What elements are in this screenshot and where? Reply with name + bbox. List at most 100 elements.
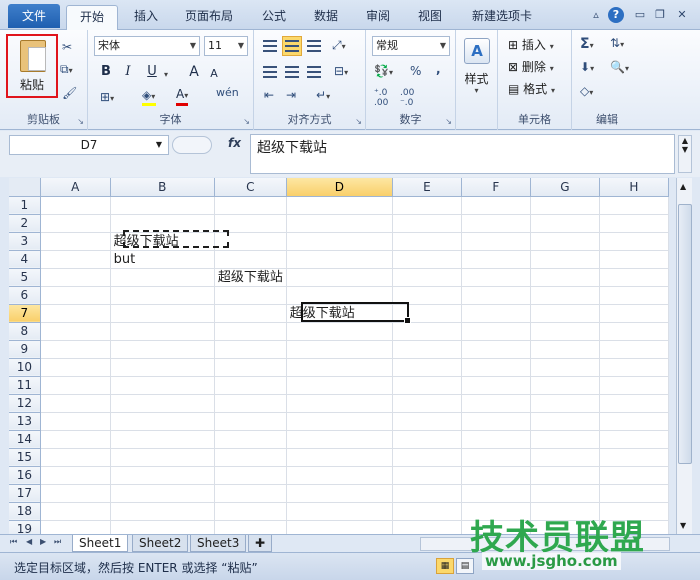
cell[interactable] xyxy=(214,376,287,395)
cell[interactable] xyxy=(530,250,600,269)
cell[interactable] xyxy=(40,466,111,485)
cell[interactable] xyxy=(392,322,462,341)
cell[interactable] xyxy=(530,412,600,431)
column-header-e[interactable]: E xyxy=(392,178,462,197)
cell[interactable] xyxy=(392,286,462,305)
cell[interactable] xyxy=(461,340,531,359)
insert-sheet-icon[interactable]: ✚ xyxy=(248,535,273,552)
cell[interactable] xyxy=(40,214,111,233)
bold-button[interactable]: B xyxy=(96,62,116,82)
cell[interactable] xyxy=(461,484,531,503)
row-header[interactable]: 3 xyxy=(9,232,41,251)
cell[interactable] xyxy=(286,268,393,287)
cell[interactable] xyxy=(461,430,531,449)
cell[interactable] xyxy=(286,322,393,341)
row-header[interactable]: 11 xyxy=(9,376,41,395)
minimize-ribbon-icon[interactable]: ▵ xyxy=(588,7,604,23)
cut-icon[interactable]: ✂ xyxy=(62,40,72,54)
cell[interactable] xyxy=(599,412,669,431)
cell[interactable] xyxy=(392,232,462,251)
cell[interactable] xyxy=(214,340,287,359)
cell[interactable] xyxy=(40,430,111,449)
cell[interactable] xyxy=(461,286,531,305)
underline-dropdown-icon[interactable]: ▾ xyxy=(164,66,168,80)
wrap-text-icon[interactable]: ↵▾ xyxy=(316,88,330,102)
fill-icon[interactable]: ⬇▾ xyxy=(580,60,594,74)
delete-cells-button[interactable]: ⊠ 删除 ▾ xyxy=(508,58,554,75)
cell[interactable] xyxy=(530,430,600,449)
align-bottom-button[interactable] xyxy=(304,36,324,56)
cell[interactable] xyxy=(599,466,669,485)
vertical-scrollbar[interactable]: ▲ ▼ xyxy=(676,178,692,534)
formula-input[interactable]: 超级下载站 xyxy=(250,134,675,174)
cell[interactable] xyxy=(392,358,462,377)
cell[interactable] xyxy=(530,232,600,251)
cell[interactable] xyxy=(40,322,111,341)
cell[interactable] xyxy=(461,394,531,413)
cell[interactable] xyxy=(286,412,393,431)
row-header[interactable]: 17 xyxy=(9,484,41,503)
underline-button[interactable]: U xyxy=(142,62,162,82)
align-middle-button[interactable] xyxy=(282,36,302,56)
cell[interactable] xyxy=(110,430,215,449)
font-size-select[interactable]: 11 ▼ xyxy=(204,36,248,56)
tab-new[interactable]: 新建选项卡 xyxy=(462,5,542,30)
cell[interactable] xyxy=(214,358,287,377)
cell[interactable] xyxy=(40,268,111,287)
phonetic-button[interactable]: wén xyxy=(216,86,239,99)
cell[interactable] xyxy=(40,358,111,377)
align-right-button[interactable] xyxy=(304,62,324,82)
cell[interactable] xyxy=(286,502,393,521)
cell[interactable] xyxy=(110,322,215,341)
cell[interactable] xyxy=(530,304,600,323)
cell[interactable] xyxy=(110,214,215,233)
cell[interactable] xyxy=(392,304,462,323)
cell[interactable] xyxy=(110,304,215,323)
formula-bar-expand-handle[interactable] xyxy=(172,136,212,154)
cell[interactable] xyxy=(286,394,393,413)
name-box[interactable]: D7 ▼ xyxy=(9,135,169,155)
cell[interactable] xyxy=(214,286,287,305)
column-header-b[interactable]: B xyxy=(110,178,215,197)
column-header-d[interactable]: D xyxy=(286,178,393,197)
cell[interactable] xyxy=(530,268,600,287)
cell[interactable] xyxy=(392,430,462,449)
formula-bar-scroll[interactable]: ▲ ▼ xyxy=(678,135,692,173)
cell[interactable] xyxy=(286,520,393,534)
cell[interactable] xyxy=(110,484,215,503)
cell[interactable] xyxy=(110,412,215,431)
find-select-icon[interactable]: 🔍▾ xyxy=(610,60,629,74)
decrease-decimal-icon[interactable]: .00 ⁻.0 xyxy=(400,88,414,108)
fill-color-icon[interactable]: ◈▾ xyxy=(142,88,155,102)
cell[interactable] xyxy=(392,196,462,215)
cell[interactable] xyxy=(392,448,462,467)
row-header[interactable]: 6 xyxy=(9,286,41,305)
cell[interactable] xyxy=(392,394,462,413)
tab-view[interactable]: 视图 xyxy=(408,5,452,30)
sheet-tab-sheet2[interactable]: Sheet2 xyxy=(132,535,189,552)
scroll-down-icon[interactable]: ▼ xyxy=(680,521,686,530)
cell[interactable] xyxy=(530,322,600,341)
cell[interactable] xyxy=(110,466,215,485)
cell[interactable] xyxy=(461,196,531,215)
cell[interactable] xyxy=(461,232,531,251)
cell[interactable] xyxy=(40,304,111,323)
cell[interactable] xyxy=(392,484,462,503)
cell[interactable] xyxy=(530,484,600,503)
clipboard-launcher-icon[interactable]: ↘ xyxy=(77,117,84,126)
cell[interactable] xyxy=(214,214,287,233)
row-header[interactable]: 10 xyxy=(9,358,41,377)
worksheet-grid[interactable]: A B C D E F G H 1 2 3 超级下载站 4 but 5 超级下载站 6… xyxy=(9,178,669,534)
cell[interactable] xyxy=(214,196,287,215)
format-cells-button[interactable]: ▤ 格式 ▾ xyxy=(508,80,555,97)
cell[interactable] xyxy=(286,376,393,395)
cell[interactable] xyxy=(599,268,669,287)
name-box-dropdown-icon[interactable]: ▼ xyxy=(156,136,162,154)
align-top-button[interactable] xyxy=(260,36,280,56)
cell[interactable] xyxy=(599,304,669,323)
cell[interactable] xyxy=(286,430,393,449)
column-header-f[interactable]: F xyxy=(461,178,531,197)
cell[interactable] xyxy=(599,196,669,215)
grow-font-button[interactable]: A xyxy=(184,62,204,82)
align-center-button[interactable] xyxy=(282,62,302,82)
